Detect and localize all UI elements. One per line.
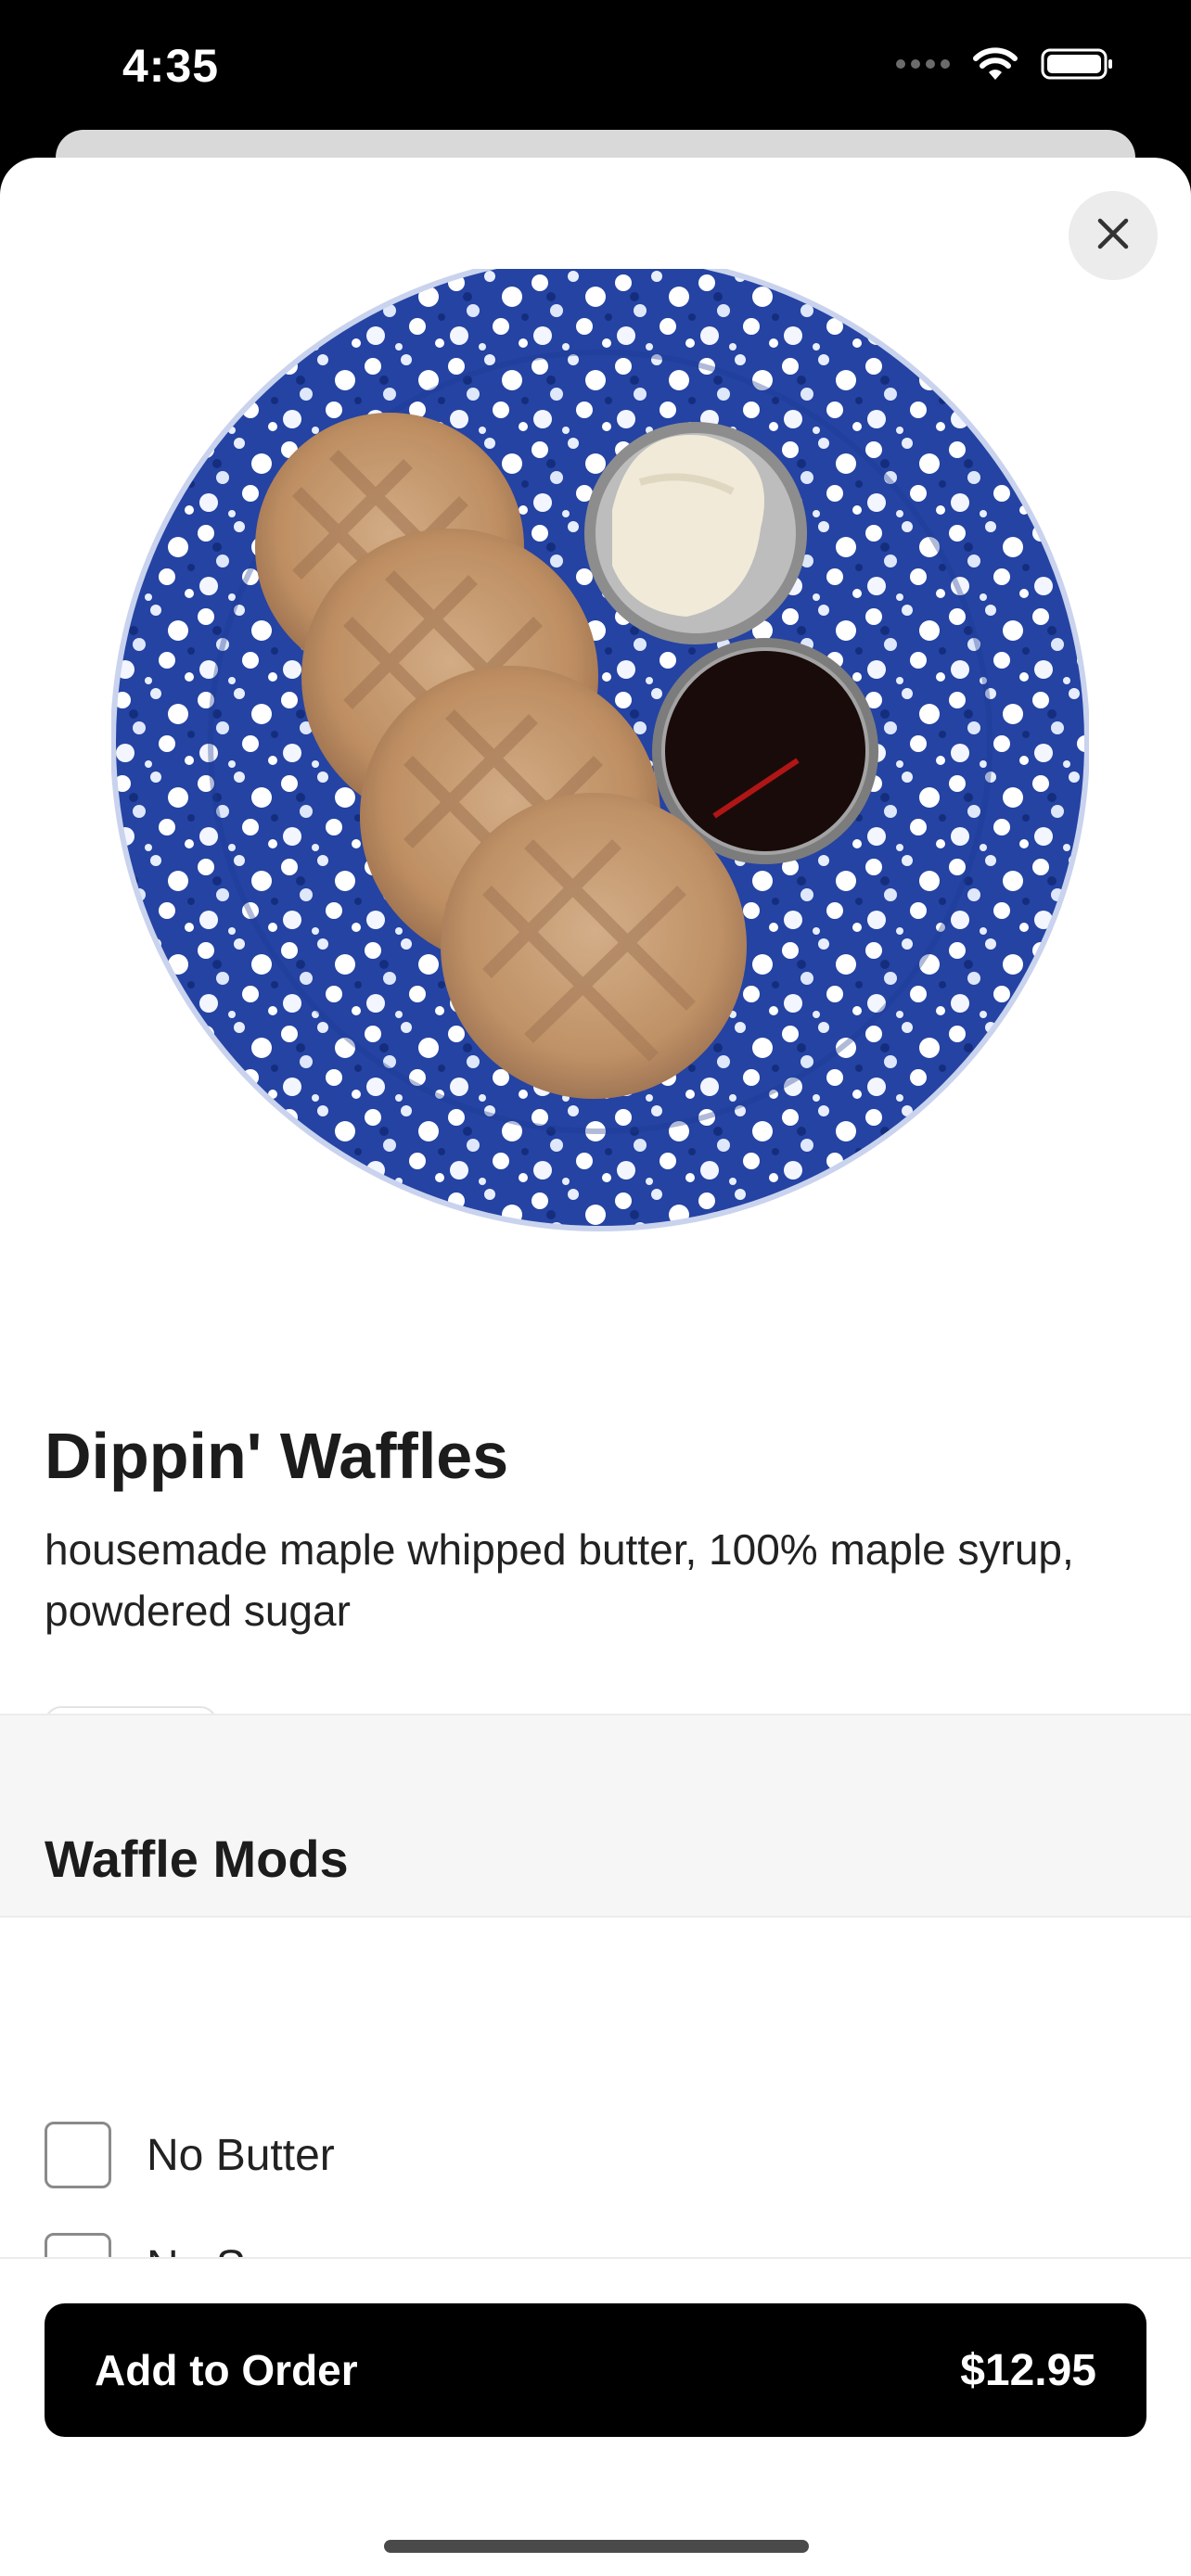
order-price: $12.95 bbox=[960, 2345, 1096, 2395]
checkbox[interactable] bbox=[45, 2122, 111, 2188]
section-title: Waffle Mods bbox=[45, 1830, 349, 1888]
item-photo bbox=[110, 252, 1090, 1246]
option-no-butter[interactable]: No Butter bbox=[45, 2122, 335, 2188]
add-to-order-label: Add to Order bbox=[95, 2346, 358, 2394]
signal-icon bbox=[896, 59, 950, 69]
battery-icon bbox=[1041, 46, 1115, 82]
option-label: No Butter bbox=[147, 2130, 335, 2180]
add-to-order-button[interactable]: Add to Order $12.95 bbox=[45, 2303, 1146, 2437]
item-detail-sheet: Dippin' Waffles housemade maple whipped … bbox=[0, 158, 1191, 2576]
wifi-icon bbox=[972, 46, 1018, 82]
status-icons bbox=[896, 46, 1115, 82]
status-time: 4:35 bbox=[122, 40, 220, 92]
item-description: housemade maple whipped butter, 100% map… bbox=[45, 1525, 1074, 1635]
close-icon bbox=[1095, 215, 1132, 257]
status-bar: 4:35 bbox=[0, 0, 1191, 139]
item-title: Dippin' Waffles bbox=[45, 1420, 509, 1492]
close-button[interactable] bbox=[1069, 191, 1158, 280]
home-indicator bbox=[384, 2540, 809, 2553]
